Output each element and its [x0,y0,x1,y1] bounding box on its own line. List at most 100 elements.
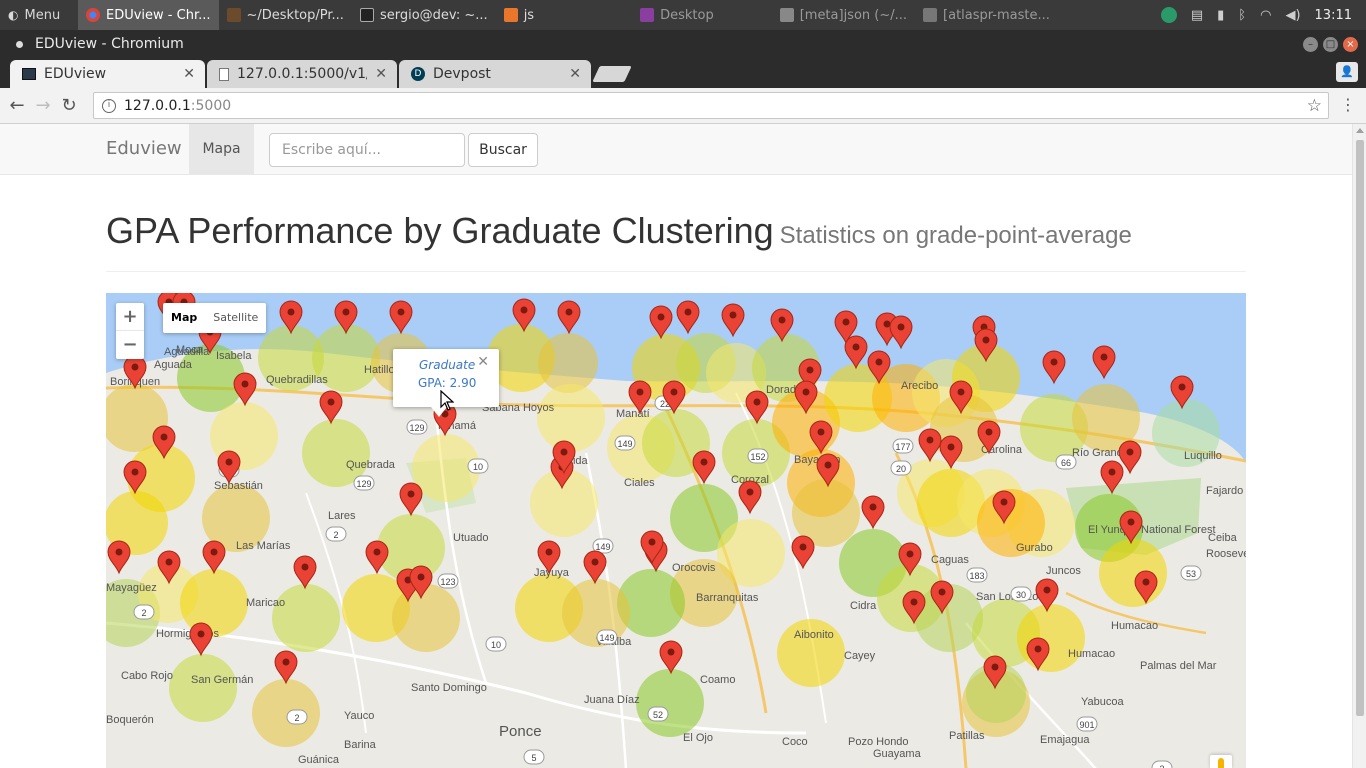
folder-icon [503,8,518,22]
volume-icon[interactable]: ◀) [1285,8,1300,23]
map-canvas[interactable]: AguadillaBorinquenIsabelaAguadaMocaQuebr… [106,293,1246,768]
close-window-button[interactable]: × [1343,36,1358,52]
site-info-icon[interactable]: i [102,98,116,113]
map-type-satellite-button[interactable]: Satellite [205,303,266,333]
place-label: Isabela [216,350,252,362]
taskbar-item-label: [meta]json (~/... [799,7,908,23]
map-marker-icon[interactable] [721,303,745,338]
tab-api[interactable]: 127.0.0.1:5000/v1/r ✕ [207,60,397,88]
map-marker-icon[interactable] [649,305,673,340]
clipboard-icon[interactable]: ▤ [1191,8,1203,23]
scroll-up-arrow-icon[interactable] [1356,128,1364,133]
svg-text:129: 129 [356,479,371,489]
road-shield-icon: 152 [747,448,769,464]
place-label: Ponce [499,723,542,740]
place-label: Mayagüez [106,582,157,594]
back-arrow-icon[interactable]: ← [4,95,30,116]
devpost-icon: D [411,67,425,81]
place-label: Orocovis [672,562,716,574]
place-label: Quebrada [346,459,396,471]
infowindow-close-icon[interactable]: ✕ [477,354,489,370]
place-label: Roosevelt Roads [1206,548,1246,560]
new-tab-button[interactable] [592,66,632,82]
place-label: Santo Domingo [411,682,487,694]
taskbar-item-archive[interactable]: [atlaspr-maste... [915,0,1058,30]
zoom-in-button[interactable]: + [116,303,144,331]
map-marker-icon[interactable] [389,300,413,335]
wifi-icon[interactable]: ◠ [1260,8,1271,23]
tab-close-icon[interactable]: ✕ [375,66,387,82]
tab-title: 127.0.0.1:5000/v1/r [237,66,368,82]
gpa-cluster-circle [169,654,237,722]
system-tray: ▤ ▮ ᛒ ◠ ◀) 13:11 [1160,7,1366,23]
navbar-brand[interactable]: Eduview [106,138,182,159]
street-view-pegman-icon[interactable] [1210,755,1232,768]
tab-title: Devpost [433,66,491,82]
taskbar-item-folder[interactable]: js [496,0,542,30]
bookmark-star-icon[interactable]: ☆ [1307,96,1322,116]
tab-close-icon[interactable]: ✕ [183,66,195,82]
forward-arrow-icon[interactable]: → [30,95,56,116]
taskbar-item-desktop[interactable]: Desktop [632,0,722,30]
tab-close-icon[interactable]: ✕ [569,66,581,82]
place-label: Barranquitas [696,592,759,604]
bluetooth-icon[interactable]: ᛒ [1238,8,1246,23]
battery-icon[interactable]: ▮ [1217,8,1224,23]
nav-item-mapa[interactable]: Mapa [189,124,254,174]
infowindow-gpa: GPA: 2.90 [418,376,477,390]
terminal-icon [22,68,36,80]
svg-text:149: 149 [617,439,632,449]
svg-text:53: 53 [1186,569,1196,579]
place-label: Quebradillas [266,374,328,386]
network-manager-icon[interactable] [1160,7,1177,23]
map-marker-icon[interactable] [889,315,913,350]
tab-eduview[interactable]: EDUview ✕ [10,60,205,88]
infowindow-title: Graduate [419,358,476,372]
svg-text:149: 149 [595,542,610,552]
taskbar-item-chromium[interactable]: EDUview - Chr... [78,0,219,30]
zoom-out-button[interactable]: − [116,331,144,359]
place-label: Boquerón [106,714,154,726]
place-label: San Germán [191,674,253,686]
gpa-cluster-circle [252,679,320,747]
map-marker-icon[interactable] [844,335,868,370]
svg-text:5: 5 [531,753,536,763]
svg-text:3: 3 [1159,764,1164,768]
scrollbar-thumb[interactable] [1356,140,1364,716]
taskbar-item-editor[interactable]: ~/Desktop/Pr... [219,0,352,30]
page-subtitle: Statistics on grade-point-average [779,222,1132,249]
tab-devpost[interactable]: D Devpost ✕ [399,60,591,88]
place-label: Guayama [873,748,922,760]
tab-title: EDUview [44,66,107,82]
window-menu-icon[interactable] [16,40,23,48]
page-scrollbar[interactable] [1352,124,1366,768]
place-label: Barina [344,739,377,751]
browser-menu-icon[interactable]: ⋮ [1340,95,1356,114]
map-type-map-button[interactable]: Map [163,303,205,333]
search-button[interactable]: Buscar [468,133,538,167]
clock[interactable]: 13:11 [1315,8,1352,23]
map-marker-icon[interactable] [1092,345,1116,380]
address-bar[interactable]: i 127.0.0.1:5000 ☆ [93,92,1329,119]
maximize-button[interactable]: □ [1323,36,1338,52]
start-menu-button[interactable]: ◐ Menu [0,0,78,30]
gpa-cluster-map[interactable]: AguadillaBorinquenIsabelaAguadaMocaQuebr… [106,293,1246,768]
place-label: Coamo [700,674,735,686]
reload-icon[interactable]: ↻ [56,95,82,116]
search-input[interactable] [269,133,465,167]
place-label: Yauco [344,710,374,722]
menu-label: Menu [24,7,61,23]
place-label: Las Marías [236,540,291,552]
taskbar-item-document[interactable]: [meta]json (~/... [772,0,915,30]
gpa-cluster-circle [1099,539,1167,607]
map-marker-icon[interactable] [1042,350,1066,385]
zoom-control: + − [116,303,144,359]
tab-strip: EDUview ✕ 127.0.0.1:5000/v1/r ✕ D Devpos… [0,58,1366,88]
road-shield-icon: 2 [325,526,347,542]
map-marker-icon[interactable] [557,300,581,335]
map-marker-icon[interactable] [676,300,700,335]
url-port: :5000 [190,97,232,114]
profile-icon[interactable]: 👤 [1336,62,1358,82]
minimize-button[interactable]: – [1303,36,1318,52]
taskbar-item-terminal[interactable]: sergio@dev: ~... [352,0,496,30]
